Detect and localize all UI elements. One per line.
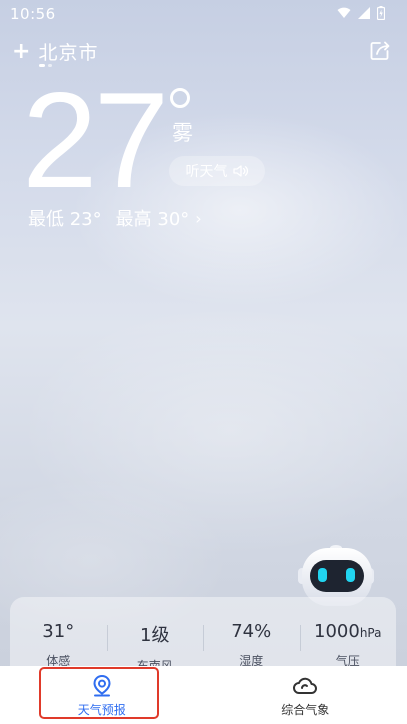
current-temperature: 27 <box>22 64 169 216</box>
tab-weather-forecast[interactable]: 天气预报 <box>0 666 204 724</box>
detail-feels-like: 31° 体感 <box>10 597 107 669</box>
tab-label: 综合气象 <box>281 703 330 717</box>
detail-pressure: 1000hPa 气压 <box>299 597 397 669</box>
weather-condition: 雾 <box>172 121 193 145</box>
share-icon[interactable] <box>369 40 391 62</box>
battery-icon <box>377 6 385 20</box>
weather-details-card: 31° 体感 1级 东南风 74% 湿度 1000hPa 气压 <box>10 597 397 673</box>
tab-label: 天气预报 <box>77 703 126 717</box>
listen-weather-button[interactable]: 听天气 <box>169 156 265 186</box>
detail-humidity: 74% 湿度 <box>203 597 300 669</box>
detail-wind: 1级 东南风 <box>106 597 204 673</box>
low-temperature: 最低 23° <box>28 209 102 230</box>
status-bar: 10:56 <box>0 0 407 28</box>
temperature-range[interactable]: 最低 23° 最高 30° › <box>28 205 202 231</box>
city-name: 北京市 <box>38 42 99 64</box>
signal-icon <box>358 7 370 19</box>
detail-value: 31° <box>42 621 75 642</box>
tab-comprehensive-weather[interactable]: 综合气象 <box>204 666 407 724</box>
wifi-icon <box>337 7 351 18</box>
detail-unit: hPa <box>359 626 382 640</box>
cloud-icon <box>293 677 318 694</box>
detail-value: 1级 <box>140 625 170 646</box>
detail-value: 1000 <box>314 621 360 642</box>
city-selector[interactable]: + 北京市 <box>12 38 98 65</box>
degree-symbol <box>170 88 190 108</box>
location-pin-icon <box>93 674 111 697</box>
chevron-right-icon: › <box>195 208 202 228</box>
bottom-navigation: 天气预报 综合气象 <box>0 666 407 724</box>
high-temperature: 最高 30° <box>115 209 190 230</box>
status-time: 10:56 <box>10 5 56 23</box>
add-city-icon[interactable]: + <box>12 40 30 63</box>
detail-value: 74% <box>231 621 272 642</box>
listen-label: 听天气 <box>185 164 228 180</box>
speaker-icon <box>232 165 248 177</box>
